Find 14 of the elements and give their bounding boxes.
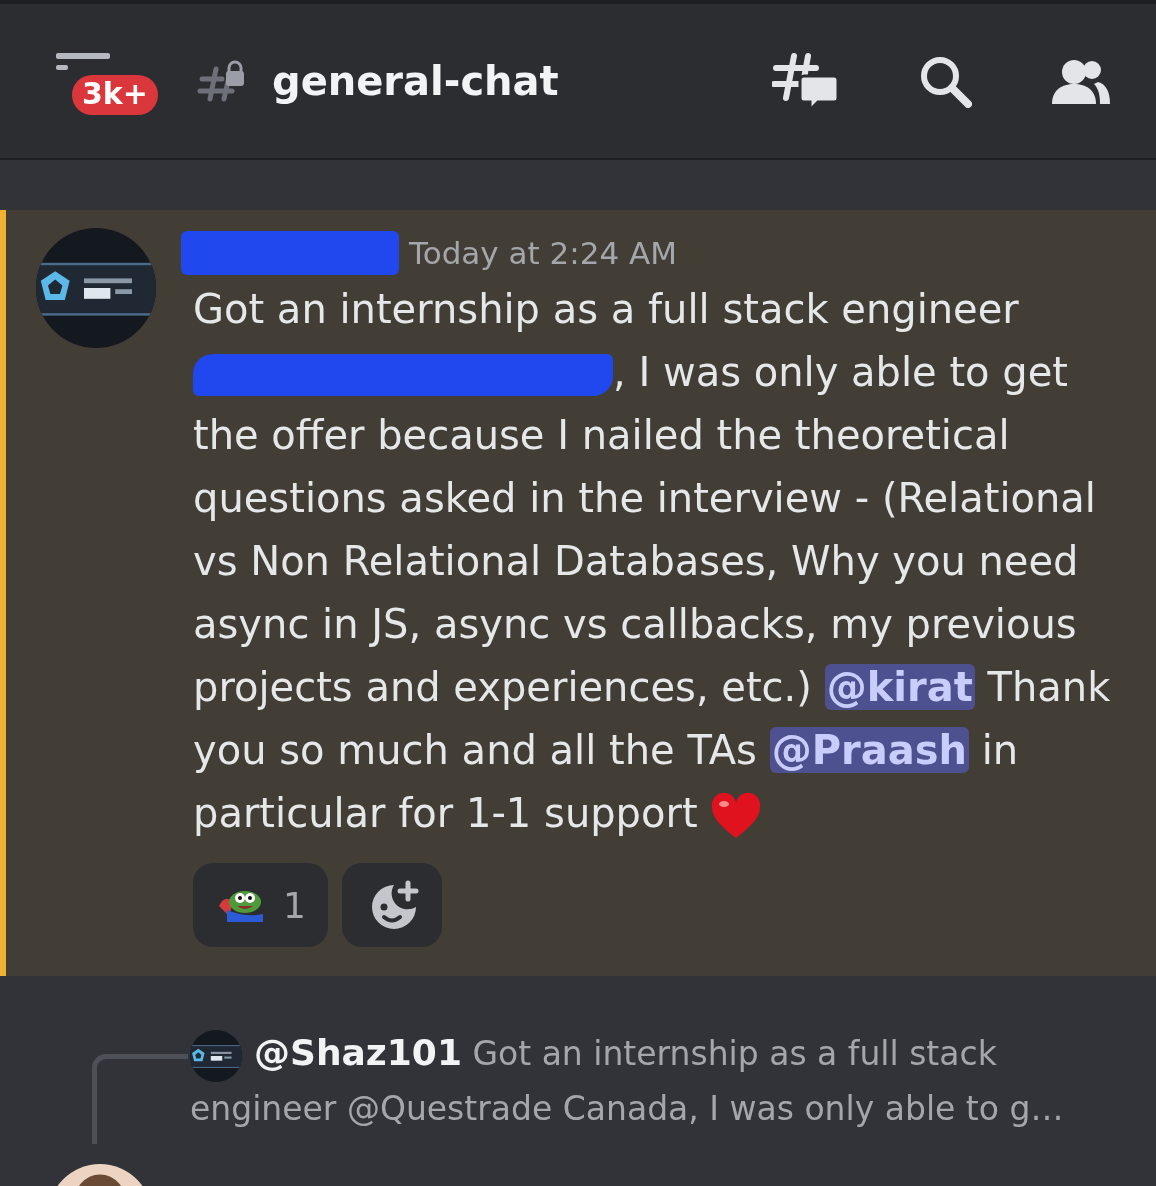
- heart-icon: [710, 792, 763, 840]
- reply-author: @Shaz101: [254, 1032, 462, 1073]
- unread-badge: 3k+: [72, 75, 158, 115]
- timestamp: Today at 2:24 AM: [409, 235, 677, 271]
- search-icon[interactable]: [918, 54, 972, 108]
- menu-icon[interactable]: [54, 51, 112, 71]
- reply-preview[interactable]: @Shaz101 Got an internship as a full stack engineer @Questrade Canada, I was only able to g…: [190, 1026, 1120, 1136]
- user-mention[interactable]: @Praash: [769, 727, 969, 773]
- locked-channel-icon: [196, 59, 246, 103]
- reaction-button[interactable]: 1: [193, 863, 328, 947]
- message-text: Got an internship as a full stack engineer , I was only able to get the offer because I nailed the theoretical questions asked in the interview - (Relational vs Non Relational Databases, Why you need async in JS, async vs callbacks, my previous projects and experiences, etc.) @kirat Thank you so much and all the TAs @Praash in particular for 1-1 support: [193, 278, 1136, 845]
- user-mention[interactable]: @kirat: [824, 664, 975, 710]
- add-reaction-button[interactable]: [341, 863, 442, 947]
- channel-name: general-chat: [272, 58, 559, 104]
